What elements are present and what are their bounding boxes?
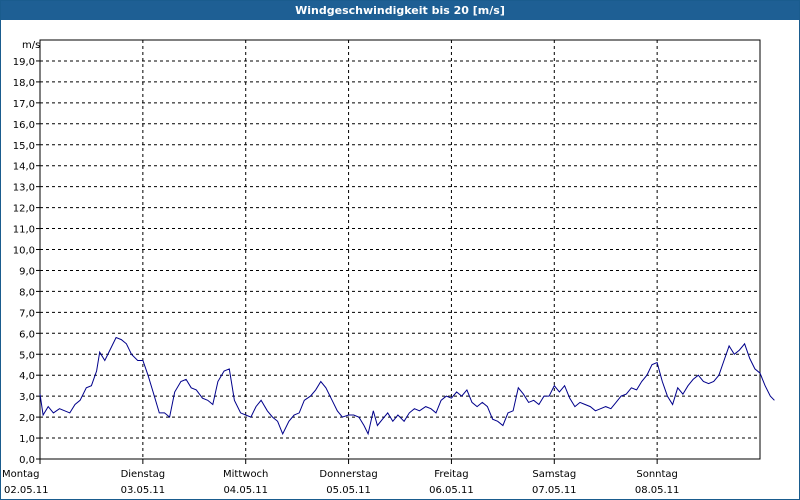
y-tick-label: 7,0: [19, 308, 35, 319]
x-tick-day: Dienstag: [121, 469, 166, 480]
x-tick-day: Freitag: [434, 469, 468, 480]
y-tick-label: 19,0: [13, 57, 35, 68]
x-tick-date: 03.05.11: [121, 485, 166, 496]
wind-speed-chart: m/s 0,0 1,0 2,0 3,0 4,0 5,0 6,0 7,0 8,0 9,0 10,0 11…: [2, 39, 775, 496]
y-tick-label: 15,0: [13, 141, 35, 152]
x-tick-day: Donnerstag: [319, 469, 377, 480]
x-tick-date: 02.05.11: [4, 485, 49, 496]
y-tick-label: 4,0: [19, 371, 35, 382]
y-tick-label: 5,0: [19, 350, 35, 361]
x-tick-labels: Montag 02.05.11 Dienstag 03.05.11 Mittwoch 04…: [2, 469, 679, 496]
y-tick-labels: 0,0 1,0 2,0 3,0 4,0 5,0 6,0 7,0 8,0 9,0 10,0 11,0 12…: [13, 57, 35, 466]
y-tick-label: 13,0: [13, 183, 35, 194]
y-tick-label: 6,0: [19, 329, 35, 340]
chart-grid: [40, 40, 760, 459]
y-tick-label: 14,0: [13, 162, 35, 173]
y-tick-label: 2,0: [19, 413, 35, 424]
x-tick-day: Samstag: [532, 469, 576, 480]
x-tick-date: 07.05.11: [532, 485, 577, 496]
chart-axes: [36, 39, 761, 464]
y-tick-label: 12,0: [13, 204, 35, 215]
y-tick-label: 10,0: [13, 246, 35, 257]
x-tick-day: Sonntag: [636, 469, 678, 480]
x-tick-day: Mittwoch: [223, 469, 268, 480]
x-tick-date: 05.05.11: [326, 485, 371, 496]
y-tick-label: 9,0: [19, 266, 35, 277]
x-tick-day: Montag: [2, 469, 39, 480]
y-tick-label: 1,0: [19, 434, 35, 445]
y-tick-label: 0,0: [19, 455, 35, 466]
series-group: [39, 336, 775, 436]
x-tick-date: 06.05.11: [429, 485, 474, 496]
x-tick-date: 04.05.11: [223, 485, 268, 496]
x-tick-date: 08.05.11: [635, 485, 680, 496]
y-tick-label: 8,0: [19, 287, 35, 298]
y-tick-label: 18,0: [13, 78, 35, 89]
series-line-wind-speed: [39, 336, 775, 436]
y-axis-label: m/s: [22, 40, 40, 51]
y-tick-label: 16,0: [13, 120, 35, 131]
y-tick-label: 3,0: [19, 392, 35, 403]
y-tick-label: 11,0: [13, 225, 35, 236]
y-tick-label: 17,0: [13, 99, 35, 110]
